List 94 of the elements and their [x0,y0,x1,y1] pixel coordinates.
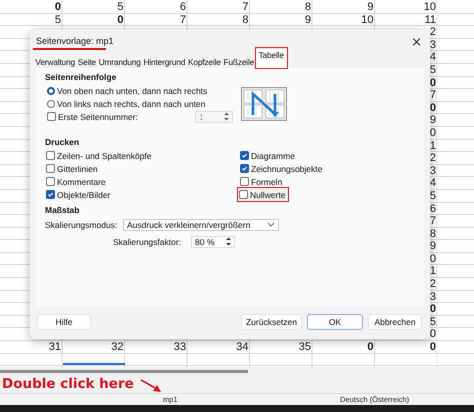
table-cell: 0 [430,303,436,316]
scaling-mode-dropdown[interactable]: Ausdruck verkleinern/vergrößern [123,218,279,230]
table-cell: 7 [242,1,248,13]
table-cell: 6 [180,1,186,13]
checkbox[interactable] [46,151,55,160]
table-cell: 5 [430,64,436,76]
table-cell: 7 [430,215,436,228]
table-cell: 9 [304,14,311,26]
annotation-text: Double click here [2,376,134,393]
checkbox[interactable] [46,164,55,173]
table-cell: 1 [430,140,436,152]
checkbox[interactable] [46,177,55,186]
dialog-button[interactable]: Zurücksetzen [240,314,302,330]
table-cell: 0 [54,1,61,13]
scaling-factor-field[interactable]: 80 % [191,236,235,248]
checkbox[interactable] [46,190,55,199]
table-cell: 3 [430,290,436,303]
page-order-icon [241,87,287,121]
table-cell: 32 [111,341,124,354]
table-cell: 9 [430,114,436,126]
tab[interactable]: Seite [76,56,98,68]
table-cell: 5 [430,190,436,202]
table-cell: 6 [430,202,436,214]
checkbox[interactable] [240,151,249,160]
table-cell: 35 [298,341,311,354]
table-cell: 5 [117,1,124,13]
table-cell: 2 [430,152,436,164]
table-cell: 3 [430,38,436,51]
table-cell: 0 [430,341,436,354]
table-cell: 9 [367,1,374,13]
checkbox[interactable] [240,177,249,186]
scrollbar-thumb[interactable] [0,370,248,373]
table-cell: 7 [180,14,186,26]
tab[interactable]: Kopfzeile [186,56,222,68]
checkbox[interactable] [240,164,249,173]
table-cell: 2 [430,26,436,38]
table-cell: 3 [430,164,436,177]
table-cell: 5 [430,316,436,328]
chevron-down-icon [267,222,275,227]
table-cell: 8 [304,1,311,13]
table-cell: 0 [430,126,436,139]
table-cell: 34 [236,341,248,354]
help-button[interactable]: Hilfe [37,314,91,330]
table-cell: 0 [430,328,436,340]
table-cell: 7 [430,89,436,102]
spin-arrows-icon[interactable] [225,236,232,247]
tab[interactable]: Fußzeile [222,56,256,68]
ok-button[interactable]: OK [307,314,363,330]
table-cell: 4 [430,177,436,190]
table-cell: 8 [430,228,436,240]
table-cell: 33 [174,341,186,354]
table-cell: 1 [430,265,436,278]
table-cell: 0 [367,341,374,354]
table-cell: 8 [242,14,248,26]
tab[interactable]: Verwaltung [34,56,76,68]
table-cell: 0 [430,76,436,89]
table-cell: 11 [424,14,436,26]
tab[interactable]: Hintergrund [142,56,187,68]
section-heading: Seitenreihenfolge [45,71,118,84]
section-heading: Maßstab [45,204,80,217]
checkbox-label: Erste Seitennummer: [58,112,138,122]
window-title: Seitenvorlage: mp1 [36,36,114,46]
field-label: Skalierungsfaktor: [113,236,182,246]
annotation-arrow [140,379,162,393]
table-cell: 31 [48,341,61,354]
section-heading: Drucken [45,136,80,149]
checkbox-label: Zeichnungsobjekte [251,164,322,174]
table-cell: 4 [430,51,436,64]
checkbox-label: Formeln [251,176,282,186]
tab[interactable]: Tabelle [256,48,287,68]
radio-label: Von oben nach unten, dann nach rechts [57,86,208,96]
radio-button[interactable] [47,100,55,108]
radio-button[interactable] [47,86,55,94]
field-label: Skalierungsmodus: [45,220,118,230]
table-cell: 9 [430,240,436,252]
radio-label: Von links nach rechts, dann nach unten [57,98,206,108]
table-cell: 10 [424,1,436,13]
table-cell: 10 [361,14,374,26]
dialog-button[interactable]: Abbrechen [368,314,422,330]
checkbox[interactable] [239,190,248,199]
close-button[interactable]: × [409,36,424,48]
checkbox-label: Kommentare [57,176,106,186]
checkbox-label: Gitterlinien [57,164,98,174]
checkbox-label: Diagramme [251,150,295,160]
tab[interactable]: Umrandung [97,56,142,68]
table-cell: 5 [54,14,61,26]
table-cell: 0 [117,14,124,26]
table-cell: 0 [430,102,436,114]
checkbox-label: Nullwerte [250,190,286,200]
table-cell: 0 [430,252,436,265]
checkbox-label: Objekte/Bilder [57,190,110,200]
checkbox-label: Zeilen- und Spaltenköpfe [57,150,152,160]
table-cell: 2 [430,278,436,290]
scrollbar[interactable] [0,367,474,376]
